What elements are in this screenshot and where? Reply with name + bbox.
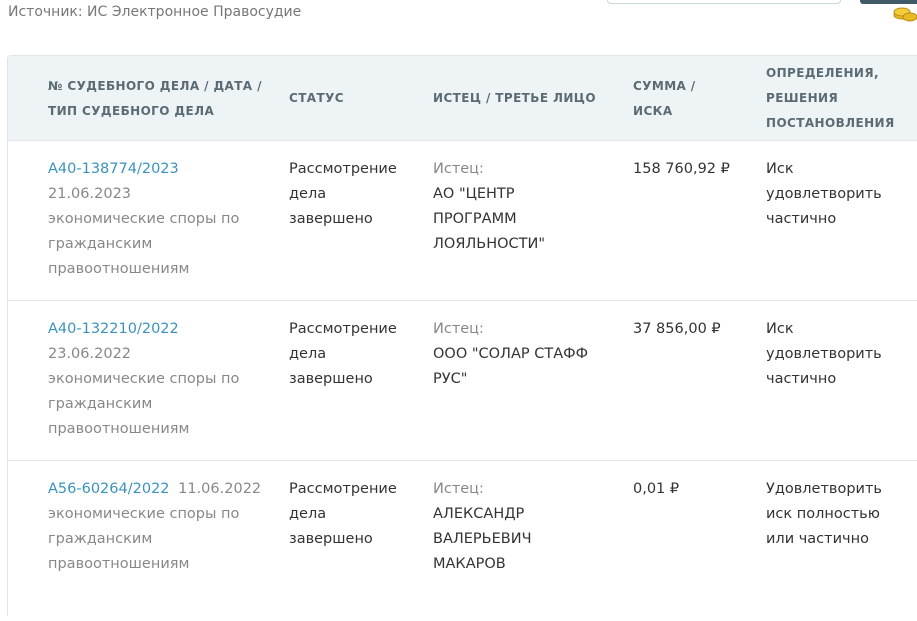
plaintiff-name-line: ЛОЯЛЬНОСТИ": [433, 236, 546, 252]
column-header-sum[interactable]: СУММА / ИСКА: [633, 74, 696, 124]
case-type-line: гражданским: [48, 236, 153, 252]
plaintiff-role: Истец:: [433, 321, 484, 337]
cases-table: № СУДЕБНОГО ДЕЛА / ДАТА / ТИП СУДЕБНОГО …: [7, 55, 917, 616]
column-header-status[interactable]: СТАТУС: [289, 86, 344, 111]
plaintiff-cell: Истец: АЛЕКСАНДР ВАЛЕРЬЕВИЧ МАКАРОВ: [433, 477, 532, 577]
case-cell: А40-138774/2023 21.06.2023 экономические…: [48, 157, 278, 282]
plaintiff-name-line: АЛЕКСАНДР: [433, 506, 525, 522]
case-date: 21.06.2023: [48, 186, 132, 202]
column-header-decision[interactable]: ОПРЕДЕЛЕНИЯ, РЕШЕНИЯ ПОСТАНОВЛЕНИЯ: [766, 61, 895, 136]
plaintiff-name-line: МАКАРОВ: [433, 556, 506, 572]
plaintiff-name-line: АО "ЦЕНТР: [433, 186, 515, 202]
case-cell: А56-60264/2022 11.06.2022 экономические …: [48, 477, 278, 577]
status-cell: Рассмотрение дела завершено: [289, 481, 397, 547]
decision-cell: Иск удовлетворить частично: [766, 161, 882, 227]
table-header: № СУДЕБНОГО ДЕЛА / ДАТА / ТИП СУДЕБНОГО …: [8, 56, 917, 141]
case-type-line: правоотношениям: [48, 261, 190, 277]
case-type-line: правоотношениям: [48, 421, 190, 437]
plaintiff-name-line: ООО "СОЛАР СТАФФ: [433, 346, 589, 362]
case-date: 23.06.2022: [48, 346, 132, 362]
case-type-line: экономические споры по: [48, 211, 240, 227]
status-cell: Рассмотрение дела завершено: [289, 321, 397, 387]
table-row[interactable]: А40-138774/2023 21.06.2023 экономические…: [8, 140, 917, 301]
table-row[interactable]: А56-60264/2022 11.06.2022 экономические …: [8, 461, 917, 621]
decision-cell: Удовлетворить иск полностью или частично: [766, 481, 882, 547]
decision-cell: Иск удовлетворить частично: [766, 321, 882, 387]
search-input[interactable]: [607, 0, 841, 4]
case-type-line: гражданским: [48, 531, 153, 547]
plaintiff-role: Истец:: [433, 161, 484, 177]
top-bar: Источник: ИС Электронное Правосудие: [0, 0, 917, 30]
plaintiff-name-line: РУС": [433, 371, 468, 387]
plaintiff-cell: Истец: ООО "СОЛАР СТАФФ РУС": [433, 317, 588, 392]
case-cell: А40-132210/2022 23.06.2022 экономические…: [48, 317, 278, 442]
column-header-case[interactable]: № СУДЕБНОГО ДЕЛА / ДАТА / ТИП СУДЕБНОГО …: [48, 74, 262, 124]
plaintiff-role: Истец:: [433, 481, 484, 497]
sum-value: 0,01 ₽: [633, 481, 680, 497]
case-type-line: экономические споры по: [48, 371, 240, 387]
case-number-link[interactable]: А40-138774/2023: [48, 161, 179, 177]
case-type-line: гражданским: [48, 396, 153, 412]
case-number-link[interactable]: А56-60264/2022: [48, 481, 170, 497]
sum-value: 158 760,92 ₽: [633, 161, 730, 177]
top-action-button[interactable]: [860, 0, 917, 4]
status-cell: Рассмотрение дела завершено: [289, 161, 397, 227]
column-header-plaintiff[interactable]: ИСТЕЦ / ТРЕТЬЕ ЛИЦО: [433, 86, 596, 111]
source-label: Источник: ИС Электронное Правосудие: [8, 4, 302, 20]
case-number-link[interactable]: А40-132210/2022: [48, 321, 179, 337]
case-type-line: правоотношениям: [48, 556, 190, 572]
table-row[interactable]: А40-132210/2022 23.06.2022 экономические…: [8, 301, 917, 461]
plaintiff-name-line: ПРОГРАММ: [433, 211, 517, 227]
coins-icon[interactable]: [892, 6, 917, 24]
sum-value: 37 856,00 ₽: [633, 321, 721, 337]
case-type-line: экономические споры по: [48, 506, 240, 522]
case-date: 11.06.2022: [178, 481, 262, 497]
plaintiff-name-line: ВАЛЕРЬЕВИЧ: [433, 531, 532, 547]
plaintiff-cell: Истец: АО "ЦЕНТР ПРОГРАММ ЛОЯЛЬНОСТИ": [433, 157, 545, 257]
